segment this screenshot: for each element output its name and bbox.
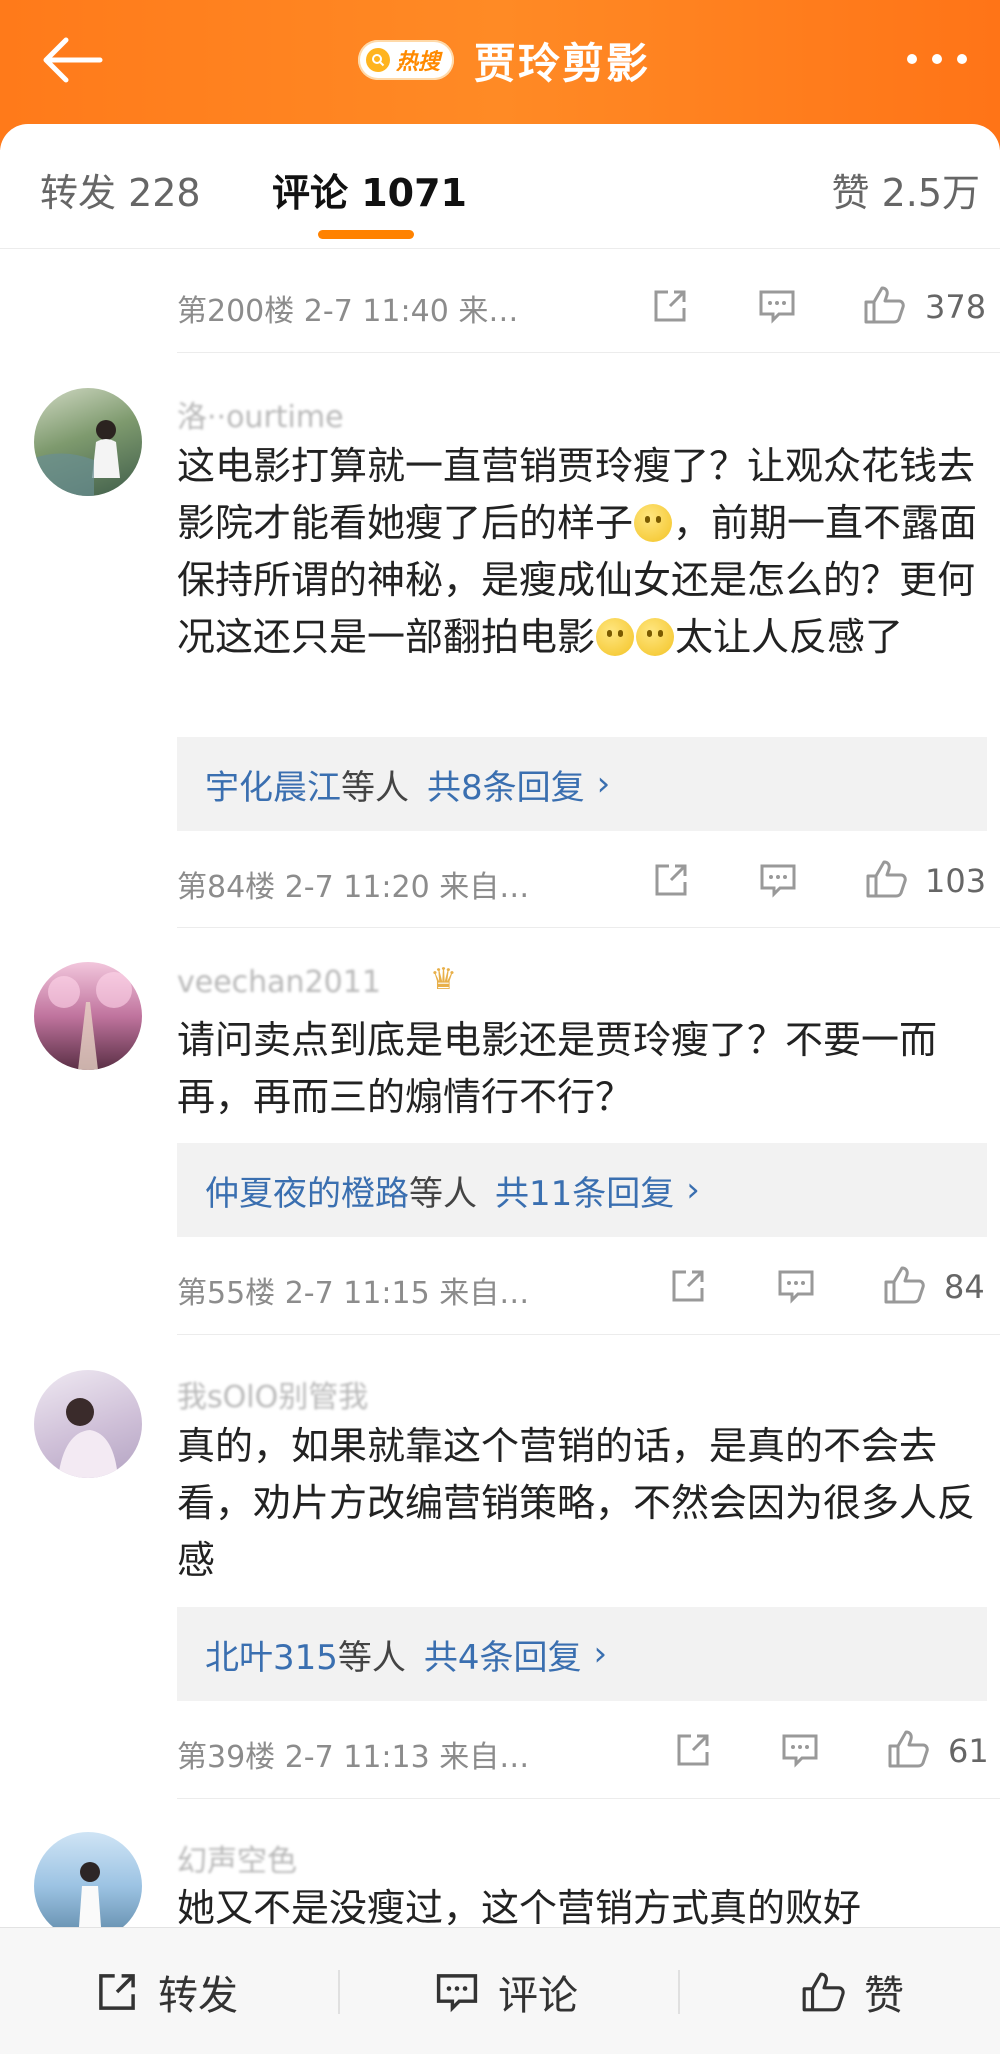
reply-user-link[interactable]: 北叶315 <box>205 1630 338 1679</box>
page-title: 贾玲剪影 <box>474 38 651 88</box>
like-count: 103 <box>925 862 987 900</box>
bottom-like-label: 赞 <box>864 1973 904 2019</box>
share-icon[interactable] <box>668 1266 708 1306</box>
hot-search-badge[interactable]: 热搜 <box>358 40 455 80</box>
comment-meta: 第39楼 2-7 11:13 来自… <box>177 1740 530 1775</box>
avatar[interactable] <box>34 388 142 496</box>
bottom-repost-button[interactable]: 转发 <box>94 1962 238 2022</box>
crown-badge-icon: ♛ <box>430 962 457 997</box>
divider <box>177 1798 1000 1799</box>
avatar[interactable] <box>34 1370 142 1478</box>
reply-etc-label: 等人 <box>337 1637 406 1678</box>
comment-meta: 第200楼 2-7 11:40 来… <box>177 294 519 329</box>
like-thumb-icon[interactable] <box>882 1264 926 1306</box>
comment-icon[interactable] <box>780 1730 820 1770</box>
like-thumb-icon[interactable] <box>886 1728 930 1770</box>
share-icon[interactable] <box>673 1730 713 1770</box>
reply-summary[interactable]: 仲夏夜的橙路 等人 共11条回复 › <box>177 1143 987 1237</box>
comment-text: 她又不是没瘦过，这个营销方式真的败好 <box>177 1886 862 1927</box>
reply-user-link[interactable]: 仲夏夜的橙路 <box>205 1166 409 1215</box>
reply-count-link[interactable]: 共11条回复 <box>495 1166 674 1215</box>
username[interactable]: veechan2011 <box>177 965 381 1000</box>
reply-count-link[interactable]: 共8条回复 <box>427 760 585 809</box>
comment-icon[interactable] <box>776 1266 816 1306</box>
like-count: 84 <box>944 1268 985 1306</box>
username[interactable]: 我sOlO别管我 <box>177 1372 368 1416</box>
tab-like[interactable]: 赞 2.5万 <box>831 162 980 217</box>
bottom-comment-button[interactable]: 评论 <box>434 1962 578 2022</box>
tab-comment[interactable]: 评论 1071 <box>272 162 467 217</box>
like-thumb-icon[interactable] <box>862 284 906 326</box>
bottom-like-button[interactable]: 赞 <box>800 1962 904 2022</box>
reply-etc-label: 等人 <box>409 1173 477 1214</box>
share-icon <box>99 1974 135 2010</box>
back-arrow-icon[interactable] <box>40 32 104 88</box>
chevron-right-icon: › <box>596 764 611 804</box>
comment-text: 请问卖点到底是电影还是贾玲瘦了？不要一而再，再而三的煽情行不行？ <box>177 1018 938 1119</box>
reply-summary[interactable]: 北叶315 等人 共4条回复 › <box>177 1607 987 1701</box>
active-tab-indicator <box>318 230 414 239</box>
divider <box>177 927 1000 928</box>
like-count: 378 <box>925 288 987 326</box>
bottom-action-bar: 转发 评论 赞 <box>0 1927 1000 2054</box>
comment-text: 真的，如果就靠这个营销的话，是真的不会去看，劝片方改编营销策略，不然会因为很多人… <box>177 1424 976 1582</box>
avatar[interactable] <box>34 962 142 1070</box>
chevron-right-icon: › <box>686 1170 700 1210</box>
bottom-repost-label: 转发 <box>158 1973 238 2019</box>
smile-emoji-icon <box>596 618 635 656</box>
avatar[interactable] <box>34 1832 142 1940</box>
share-icon[interactable] <box>650 286 690 326</box>
comment-icon[interactable] <box>757 286 797 326</box>
comment-icon[interactable] <box>758 860 798 900</box>
comment-icon <box>436 1974 478 2013</box>
share-icon[interactable] <box>651 860 691 900</box>
like-count: 61 <box>948 1732 989 1770</box>
divider <box>177 352 1000 353</box>
like-thumb-icon[interactable] <box>864 858 908 900</box>
comment-text: 这电影打算就一直营销贾玲瘦了？让观众花钱去影院才能看她瘦了后的样子 ，前期一直不露… <box>177 438 987 666</box>
smile-emoji-icon <box>634 504 673 542</box>
smile-emoji-icon <box>636 618 675 656</box>
username[interactable]: 洛··ourtime <box>177 392 344 436</box>
separator <box>678 1970 680 2014</box>
comment-meta: 第84楼 2-7 11:20 来自… <box>177 870 530 905</box>
tab-repost[interactable]: 转发 228 <box>40 162 201 217</box>
chevron-right-icon: › <box>593 1634 608 1674</box>
more-options-icon[interactable] <box>902 44 972 74</box>
reply-summary[interactable]: 宇化晨江 等人 共8条回复 › <box>177 737 987 831</box>
like-thumb-icon <box>802 1972 845 2012</box>
header-title-group: 热搜 贾玲剪影 <box>358 28 650 92</box>
username[interactable]: 幻声空色 <box>177 1836 297 1880</box>
hot-search-label: 热搜 <box>396 50 441 75</box>
comment-text-part: 太让人反感了 <box>675 615 904 659</box>
separator <box>338 1970 340 2014</box>
bottom-comment-label: 评论 <box>498 1973 578 2019</box>
reply-etc-label: 等人 <box>341 767 409 808</box>
divider <box>177 1334 1000 1335</box>
comment-meta: 第55楼 2-7 11:15 来自… <box>177 1276 530 1311</box>
reply-count-link[interactable]: 共4条回复 <box>424 1630 582 1679</box>
tab-bar: 转发 228 评论 1071 赞 2.5万 <box>0 124 1000 249</box>
reply-user-link[interactable]: 宇化晨江 <box>205 760 341 809</box>
search-icon <box>366 48 390 72</box>
